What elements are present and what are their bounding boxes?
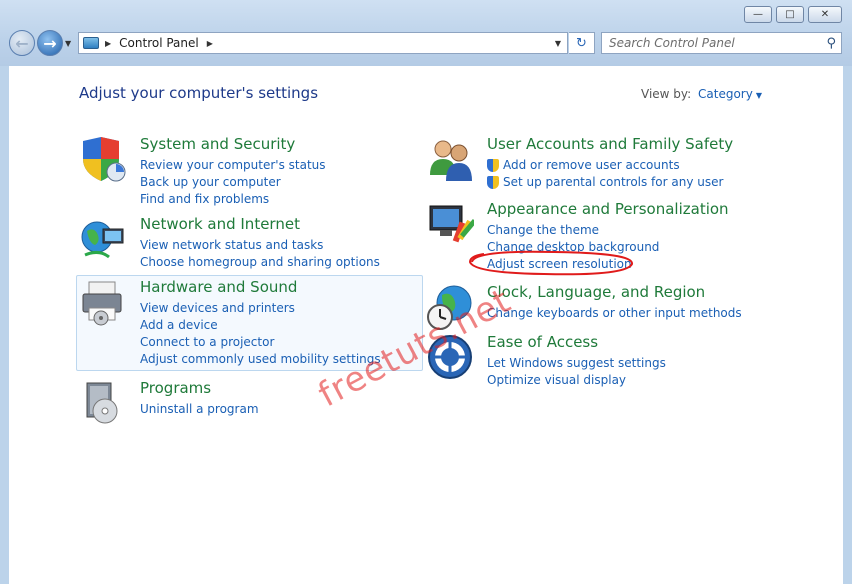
page-title: Adjust your computer's settings xyxy=(79,84,319,102)
category-ease-of-access: Ease of Access Let Windows suggest setti… xyxy=(426,333,756,387)
forward-button[interactable]: → xyxy=(37,30,63,56)
category-title[interactable]: Appearance and Personalization xyxy=(487,200,729,218)
link-mobility-settings[interactable]: Adjust commonly used mobility settings xyxy=(140,351,381,368)
address-bar[interactable]: ▶ Control Panel ▶ ▼ xyxy=(78,32,568,54)
uac-shield-icon xyxy=(487,159,499,172)
control-panel-icon xyxy=(83,37,99,49)
uac-shield-icon xyxy=(487,176,499,189)
link-optimize-display[interactable]: Optimize visual display xyxy=(487,372,666,389)
link-review-status[interactable]: Review your computer's status xyxy=(140,157,326,174)
network-globe-icon xyxy=(81,221,124,259)
category-title[interactable]: Programs xyxy=(140,379,211,397)
category-clock-language: Clock, Language, and Region Change keybo… xyxy=(426,283,756,331)
link-add-device[interactable]: Add a device xyxy=(140,317,381,334)
search-placeholder: Search Control Panel xyxy=(609,36,735,50)
category-title[interactable]: Network and Internet xyxy=(140,215,300,233)
printer-icon xyxy=(82,281,122,326)
link-connect-projector[interactable]: Connect to a projector xyxy=(140,334,381,351)
window-controls: — □ ✕ xyxy=(744,6,842,23)
link-back-up[interactable]: Back up your computer xyxy=(140,174,326,191)
link-add-remove-accounts[interactable]: Add or remove user accounts xyxy=(487,157,723,174)
link-network-status[interactable]: View network status and tasks xyxy=(140,237,380,254)
breadcrumb-arrow-icon[interactable]: ▶ xyxy=(105,39,111,48)
address-dropdown-icon[interactable]: ▼ xyxy=(555,39,561,48)
link-keyboards-input[interactable]: Change keyboards or other input methods xyxy=(487,305,742,322)
category-title[interactable]: Clock, Language, and Region xyxy=(487,283,705,301)
link-windows-suggest[interactable]: Let Windows suggest settings xyxy=(487,355,666,372)
monitor-palette-icon xyxy=(429,205,474,243)
link-change-theme[interactable]: Change the theme xyxy=(487,222,659,239)
programs-disc-icon xyxy=(86,382,118,424)
recent-pages-dropdown[interactable]: ▼ xyxy=(65,39,71,48)
category-title[interactable]: User Accounts and Family Safety xyxy=(487,135,733,153)
refresh-button[interactable]: ↻ xyxy=(569,32,595,54)
minimize-button[interactable]: — xyxy=(744,6,772,23)
users-icon xyxy=(430,140,472,181)
link-homegroup-sharing[interactable]: Choose homegroup and sharing options xyxy=(140,254,380,271)
link-parental-controls[interactable]: Set up parental controls for any user xyxy=(487,174,723,191)
link-screen-resolution[interactable]: Adjust screen resolution xyxy=(487,256,659,273)
link-uninstall-program[interactable]: Uninstall a program xyxy=(140,401,259,418)
search-icon[interactable]: ⚲ xyxy=(826,36,836,51)
link-find-fix-problems[interactable]: Find and fix problems xyxy=(140,191,326,208)
category-system-security: System and Security Review your computer… xyxy=(79,135,409,208)
category-appearance: Appearance and Personalization Change th… xyxy=(426,200,756,272)
category-hardware-sound: Hardware and Sound View devices and prin… xyxy=(79,278,409,368)
view-by-dropdown[interactable]: Category ▼ xyxy=(698,87,762,101)
view-by-value[interactable]: Category xyxy=(698,87,753,101)
link-devices-printers[interactable]: View devices and printers xyxy=(140,300,381,317)
search-input[interactable]: Search Control Panel ⚲ xyxy=(601,32,842,54)
back-button[interactable]: ← xyxy=(9,30,35,56)
ease-of-access-icon xyxy=(428,335,472,379)
category-programs: Programs Uninstall a program xyxy=(79,379,409,429)
main-content: Adjust your computer's settings View by:… xyxy=(9,66,843,584)
shield-icon xyxy=(83,137,126,182)
category-title[interactable]: Ease of Access xyxy=(487,333,598,351)
maximize-button[interactable]: □ xyxy=(776,6,804,23)
category-title[interactable]: Hardware and Sound xyxy=(140,278,297,296)
close-button[interactable]: ✕ xyxy=(808,6,842,23)
category-network-internet: Network and Internet View network status… xyxy=(79,215,409,275)
category-user-accounts: User Accounts and Family Safety Add or r… xyxy=(426,135,756,195)
category-title[interactable]: System and Security xyxy=(140,135,295,153)
window-chrome: — □ ✕ ← → ▼ ▶ Control Panel ▶ ▼ ↻ Search… xyxy=(0,0,852,66)
link-desktop-background[interactable]: Change desktop background xyxy=(487,239,659,256)
breadcrumb-control-panel[interactable]: Control Panel xyxy=(119,36,199,50)
link-label[interactable]: Add or remove user accounts xyxy=(503,158,680,172)
chevron-down-icon[interactable]: ▼ xyxy=(756,91,762,100)
clock-globe-icon xyxy=(427,285,472,330)
breadcrumb-arrow-icon[interactable]: ▶ xyxy=(207,39,213,48)
link-label[interactable]: Set up parental controls for any user xyxy=(503,175,723,189)
view-by-label: View by: xyxy=(641,87,692,101)
